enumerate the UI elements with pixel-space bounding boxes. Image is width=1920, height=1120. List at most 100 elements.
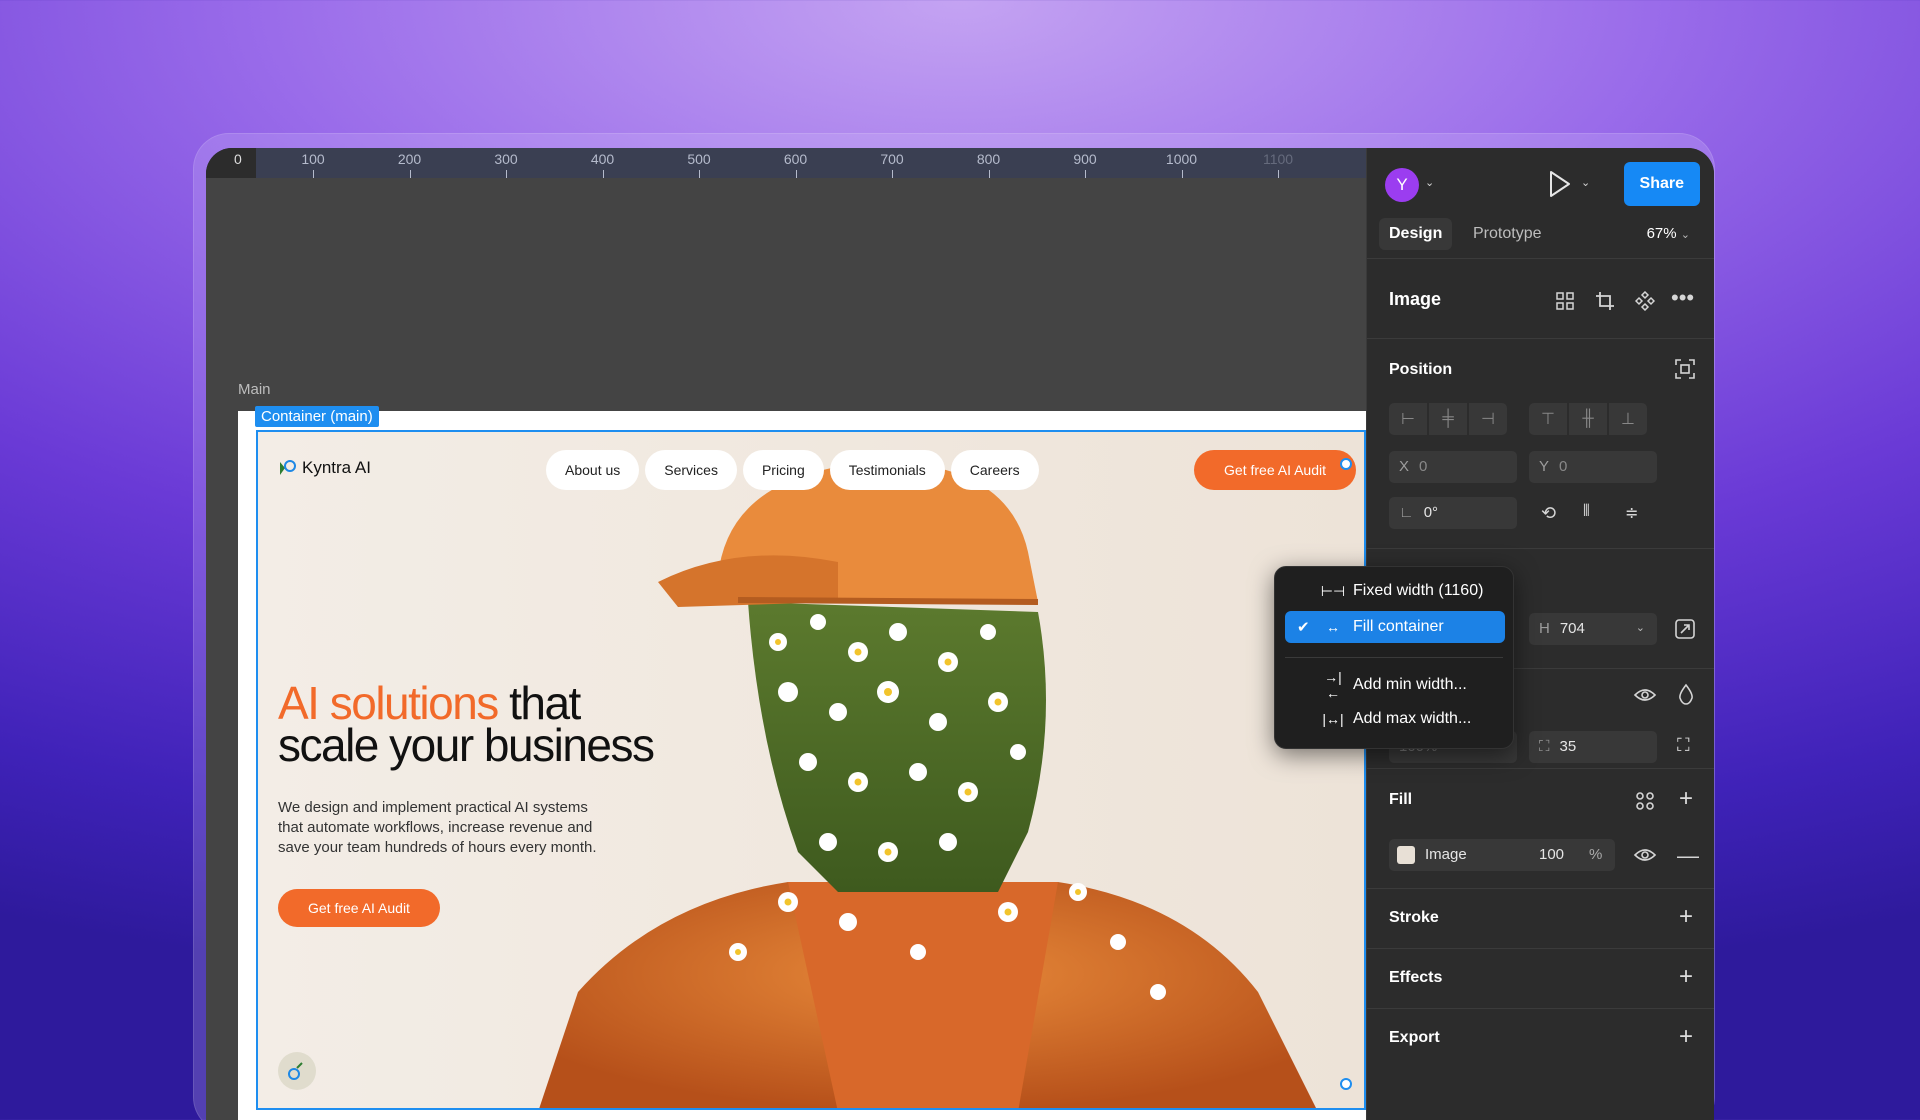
canvas[interactable]: Main Container (main) Kyntra AI About us… <box>206 178 1366 1120</box>
menu-fixed-width[interactable]: ⊢⊣ Fixed width (1160) <box>1285 575 1505 607</box>
add-stroke-icon[interactable]: + <box>1679 905 1693 929</box>
fixed-width-icon: ⊢⊣ <box>1320 582 1346 599</box>
stroke-title: Stroke <box>1389 909 1439 926</box>
badge-icon <box>288 1062 303 1080</box>
user-avatar[interactable]: Y <box>1385 168 1419 202</box>
tab-design[interactable]: Design <box>1379 218 1453 250</box>
effects-title: Effects <box>1389 969 1443 986</box>
ruler-tick-label: 1000 <box>1165 151 1198 167</box>
selection-handle[interactable] <box>1340 1078 1352 1090</box>
align-top-icon: ⊤ <box>1541 411 1555 428</box>
remove-fill-icon[interactable]: — <box>1677 843 1699 869</box>
menu-fixed-width-label: Fixed width (1160) <box>1353 582 1484 599</box>
focus-icon[interactable] <box>1675 359 1695 379</box>
eye-icon[interactable] <box>1633 845 1657 865</box>
ruler-tick-label: 500 <box>687 151 711 167</box>
fill-opacity: 100 <box>1539 846 1565 863</box>
component-icon[interactable] <box>1635 291 1655 311</box>
add-effect-icon[interactable]: + <box>1679 965 1693 989</box>
flip-vertical-icon[interactable]: ≑ <box>1625 503 1638 523</box>
add-fill-icon[interactable]: + <box>1679 787 1693 811</box>
position-section: Position ⊢ ╪ ⊣ ⊤ ╫ ⊥ X0 Y0 ∟ 0° ⟲ ⫴ ≑ <box>1367 338 1714 548</box>
nav-services[interactable]: Services <box>645 450 737 490</box>
align-bottom-icon: ⊥ <box>1621 411 1635 428</box>
align-left-button[interactable]: ⊢ <box>1389 403 1427 435</box>
menu-add-min-width[interactable]: →|← Add min width... <box>1285 669 1505 701</box>
export-section: Export + <box>1367 1008 1714 1120</box>
radius-field[interactable]: ⛶ 35 <box>1529 731 1657 763</box>
flip-horizontal-icon[interactable]: ⫴ <box>1583 503 1590 521</box>
hero-description: We design and implement practical AI sys… <box>278 799 597 856</box>
crop-icon[interactable] <box>1595 291 1615 311</box>
ruler-origin: 0 <box>206 148 256 178</box>
tab-prototype[interactable]: Prototype <box>1463 218 1551 250</box>
hero-cta-button[interactable]: Get free AI Audit <box>278 889 440 927</box>
site-nav: About us Services Pricing Testimonials C… <box>546 450 1039 490</box>
add-export-icon[interactable]: + <box>1679 1025 1693 1049</box>
h-value: 704 <box>1559 620 1585 637</box>
radius-value: 35 <box>1559 738 1577 755</box>
zoom-level[interactable]: 67% ⌄ <box>1647 225 1690 242</box>
chevron-down-icon[interactable]: ⌄ <box>1581 176 1590 189</box>
align-middle-button[interactable]: ╫ <box>1569 403 1607 435</box>
align-left-icon: ⊢ <box>1401 411 1415 428</box>
y-value: 0 <box>1559 458 1568 475</box>
ruler-tick-mark <box>1181 170 1183 178</box>
selection-handle[interactable] <box>1340 458 1352 470</box>
x-field[interactable]: X0 <box>1389 451 1517 483</box>
y-label: Y <box>1539 458 1550 475</box>
chevron-down-icon[interactable]: ⌄ <box>1425 176 1434 189</box>
grid-icon[interactable] <box>1555 291 1575 311</box>
check-icon: ✔ <box>1297 619 1310 636</box>
logo-icon <box>280 460 296 475</box>
nav-pricing[interactable]: Pricing <box>742 450 824 490</box>
align-right-icon: ⊣ <box>1481 411 1495 428</box>
width-sizing-menu: ⊢⊣ Fixed width (1160) ✔ ↔ Fill container… <box>1274 566 1514 749</box>
y-field[interactable]: Y0 <box>1529 451 1657 483</box>
drop-icon[interactable] <box>1677 683 1695 705</box>
share-button[interactable]: Share <box>1623 162 1700 206</box>
eye-icon[interactable] <box>1633 685 1657 705</box>
floating-badge[interactable] <box>278 1052 316 1090</box>
ruler-tick-mark <box>506 170 507 178</box>
image-thumbnail-icon <box>1397 846 1415 864</box>
layer-type: Image <box>1389 289 1442 309</box>
ruler-tick-label: 700 <box>880 151 904 167</box>
brand-name: Kyntra AI <box>302 458 371 477</box>
align-top-button[interactable]: ⊤ <box>1529 403 1567 435</box>
ruler-tick-mark <box>795 170 797 178</box>
height-field[interactable]: H 704 ⌄ <box>1529 613 1657 645</box>
ruler-tick-mark <box>699 170 700 178</box>
fill-row[interactable]: Image 100 % <box>1389 839 1615 871</box>
chevron-down-icon: ⌄ <box>1635 622 1645 634</box>
resize-icon[interactable] <box>1675 619 1695 639</box>
frame-label[interactable]: Main <box>238 381 271 398</box>
site-logo[interactable]: Kyntra AI <box>278 458 371 478</box>
styles-icon[interactable] <box>1635 791 1655 811</box>
hero-container[interactable]: Kyntra AI About us Services Pricing Test… <box>256 430 1366 1110</box>
menu-add-max-width[interactable]: |↔| Add max width... <box>1285 703 1505 735</box>
zoom-value: 67% <box>1646 225 1677 242</box>
corner-radius-icon: ⛶ <box>1539 738 1550 755</box>
align-bottom-button[interactable]: ⊥ <box>1609 403 1647 435</box>
menu-fill-container[interactable]: ✔ ↔ Fill container <box>1285 611 1505 643</box>
ruler-tick-mark <box>313 170 314 178</box>
ruler-tick-label: 200 <box>397 151 422 167</box>
position-title: Position <box>1389 361 1453 378</box>
rotate-icon[interactable]: ⟲ <box>1541 503 1556 524</box>
ruler-tick-mark <box>892 170 893 178</box>
rotation-value: 0° <box>1423 504 1439 521</box>
align-right-button[interactable]: ⊣ <box>1469 403 1507 435</box>
effects-section: Effects + <box>1367 948 1714 1008</box>
ruler-tick-label: 100 <box>301 151 325 167</box>
play-icon[interactable] <box>1545 168 1573 200</box>
independent-corners-icon[interactable]: ⛶ <box>1677 735 1690 756</box>
rotation-field[interactable]: ∟ 0° <box>1389 497 1517 529</box>
nav-about[interactable]: About us <box>546 450 640 490</box>
nav-careers[interactable]: Careers <box>950 450 1039 490</box>
fill-type: Image <box>1425 846 1467 863</box>
header-cta-button[interactable]: Get free AI Audit <box>1194 450 1356 490</box>
more-icon[interactable]: ••• <box>1671 285 1694 311</box>
nav-testimonials[interactable]: Testimonials <box>829 450 945 490</box>
align-center-button[interactable]: ╪ <box>1429 403 1467 435</box>
